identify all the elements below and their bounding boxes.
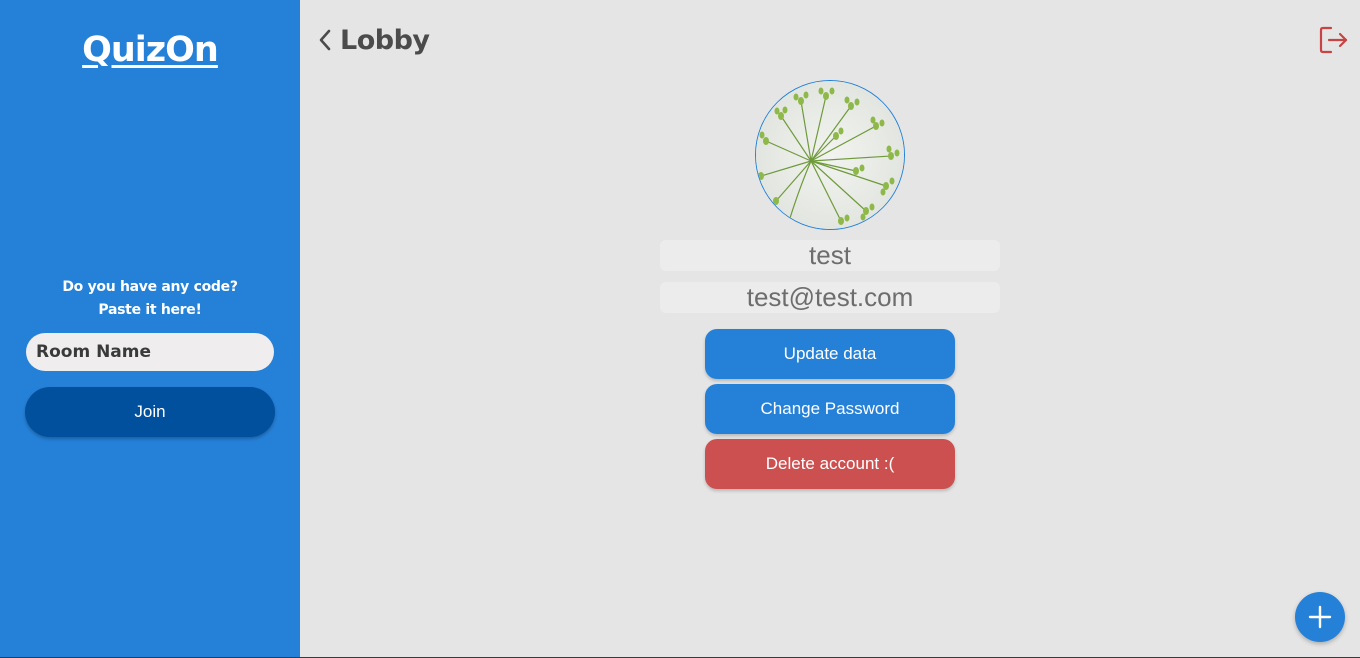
logout-icon[interactable]	[1318, 24, 1350, 56]
sidebar: QuizOn Do you have any code? Paste it he…	[0, 0, 300, 658]
update-data-button[interactable]: Update data	[705, 329, 955, 379]
email-field[interactable]: test@test.com	[660, 282, 1000, 313]
join-button[interactable]: Join	[25, 387, 275, 437]
change-password-button[interactable]: Change Password	[705, 384, 955, 434]
chevron-left-icon	[318, 28, 332, 52]
plus-icon	[1295, 605, 1345, 629]
app-logo[interactable]: QuizOn	[0, 30, 300, 70]
profile-photo	[756, 81, 904, 229]
code-prompt-line-1: Do you have any code?	[62, 279, 238, 295]
code-prompt-line-2: Paste it here!	[98, 302, 202, 318]
username-field[interactable]: test	[660, 240, 1000, 271]
back-to-lobby-link[interactable]: Lobby	[318, 22, 430, 58]
code-prompt: Do you have any code? Paste it here!	[0, 276, 300, 322]
add-button[interactable]	[1295, 592, 1345, 642]
room-name-input[interactable]	[26, 333, 274, 371]
avatar[interactable]	[755, 80, 905, 230]
delete-account-button[interactable]: Delete account :(	[705, 439, 955, 489]
back-label: Lobby	[340, 24, 430, 56]
